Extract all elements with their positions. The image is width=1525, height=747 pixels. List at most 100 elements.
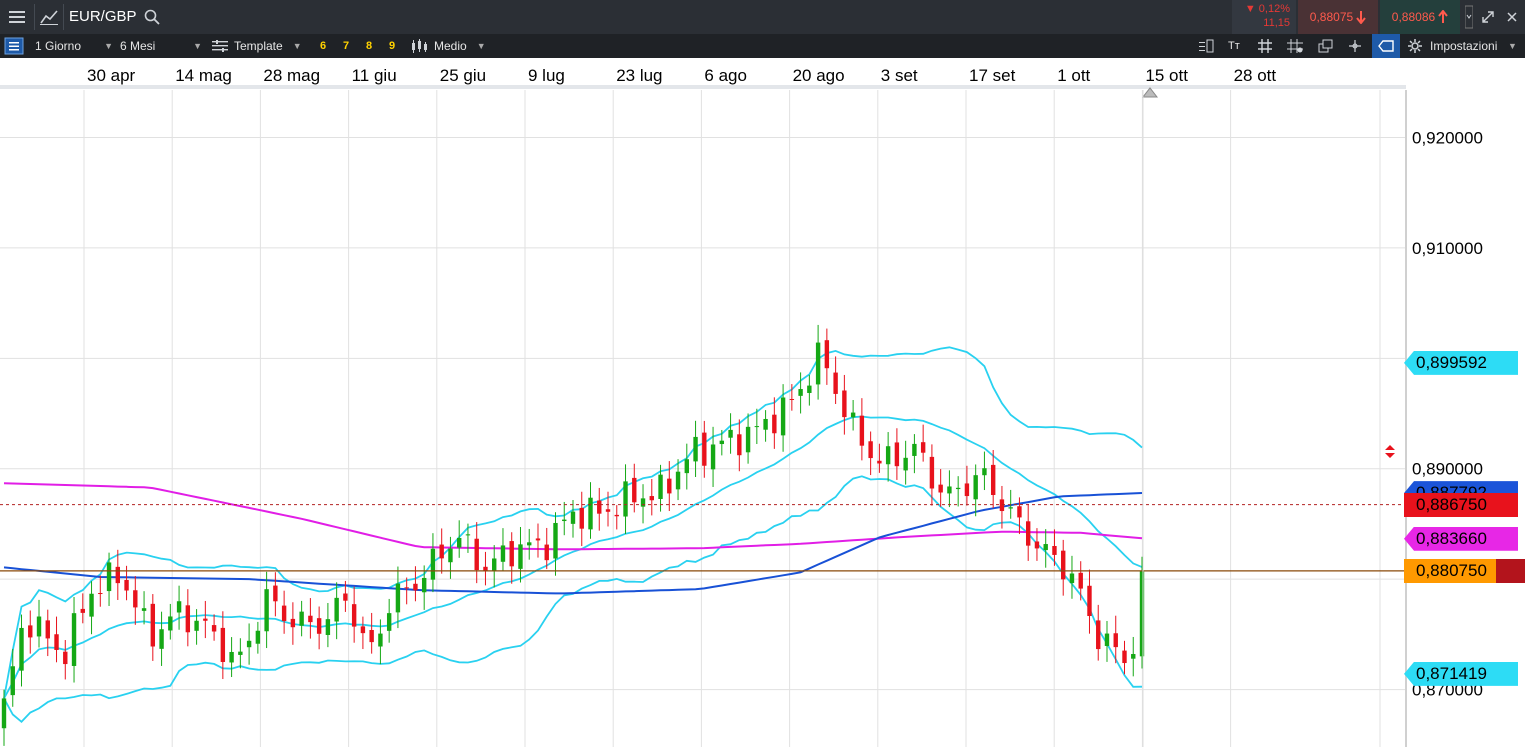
candle-body	[211, 625, 217, 632]
x-tick-label: 17 set	[969, 66, 1016, 85]
candle-body	[597, 500, 602, 514]
candle-body	[1096, 620, 1101, 650]
candle-body	[421, 577, 427, 593]
candle-body	[745, 426, 751, 453]
x-tick-label: 28 ott	[1234, 66, 1277, 85]
candle-body	[912, 443, 917, 456]
candle-body	[308, 615, 313, 623]
candle-body	[80, 608, 85, 613]
candle-body	[229, 651, 234, 663]
x-tick-label: 6 ago	[704, 66, 747, 85]
candle-body	[728, 429, 733, 438]
x-tick-label: 14 mag	[175, 66, 232, 85]
candle-body	[815, 342, 821, 385]
candle-body	[1139, 570, 1145, 657]
candle-body	[1034, 541, 1040, 549]
x-tick-label: 30 apr	[87, 66, 136, 85]
candle-body	[71, 613, 77, 666]
x-tick-label: 23 lug	[616, 66, 662, 85]
time-marker-icon	[1141, 87, 1159, 98]
candle-body	[527, 542, 532, 546]
candle-body	[281, 605, 287, 622]
candle-body	[675, 471, 681, 490]
candle-body	[1104, 633, 1110, 646]
candle-body	[448, 548, 453, 563]
candle-body	[640, 498, 646, 507]
candle-body	[290, 618, 296, 628]
candle-body	[1122, 650, 1127, 664]
candle-body	[386, 613, 392, 631]
candle-body	[133, 590, 138, 608]
candle-body	[1061, 550, 1066, 580]
candle-body	[982, 468, 987, 476]
candle-body	[63, 651, 68, 665]
candle-body	[1008, 507, 1013, 509]
price-label: 0,899592	[1404, 350, 1518, 375]
candle-body	[483, 566, 488, 571]
candle-body	[824, 340, 830, 369]
candle-body	[395, 583, 401, 613]
candle-body	[772, 414, 777, 434]
candle-body	[439, 544, 444, 559]
candle-body	[168, 616, 173, 631]
candle-body	[89, 593, 94, 617]
candle-body	[54, 634, 59, 650]
candle-body	[1052, 546, 1057, 555]
candle-body	[19, 627, 24, 671]
candle-body	[238, 651, 243, 655]
y-tick-label: 0,890000	[1412, 460, 1483, 479]
alert-arrows-icon	[1385, 445, 1395, 458]
candle-body	[1043, 544, 1048, 551]
candle-body	[316, 618, 322, 634]
candle-body	[1087, 585, 1092, 617]
price-label: 0,871419	[1404, 661, 1518, 686]
candle-body	[150, 603, 156, 647]
x-tick-label: 11 giu	[352, 66, 397, 85]
candle-body	[413, 583, 418, 591]
candle-body	[1026, 521, 1031, 546]
candle-body	[990, 464, 996, 495]
candle-body	[719, 440, 725, 445]
candle-body	[684, 459, 689, 474]
candle-body	[535, 538, 541, 541]
candle-body	[964, 483, 970, 497]
y-tick-label: 0,910000	[1412, 239, 1483, 258]
candle-body	[710, 444, 716, 470]
candle-body	[1131, 654, 1136, 659]
current-price-tab	[1496, 558, 1525, 583]
candle-body	[1017, 506, 1022, 518]
candle-body	[903, 457, 908, 471]
candle-body	[850, 412, 856, 418]
candle-body	[570, 511, 576, 524]
candle-body	[807, 385, 812, 393]
candle-body	[885, 446, 891, 465]
candle-body	[124, 580, 129, 591]
candle-body	[334, 597, 339, 622]
price-label: 0,883660	[1404, 526, 1518, 551]
candle-body	[351, 604, 357, 627]
candle-body	[430, 548, 436, 580]
price-chart[interactable]: 30 apr 14 mag 28 mag 11 giu 25 giu 9 lug 23 lu…	[0, 0, 1525, 747]
candle-body	[255, 630, 261, 644]
bollinger-middle	[3, 415, 1143, 699]
candle-body	[343, 593, 348, 601]
candle-body	[737, 434, 742, 456]
candle-body	[605, 509, 611, 512]
candle-body	[10, 666, 15, 696]
x-tick-label: 28 mag	[263, 66, 320, 85]
candle-body	[492, 558, 497, 571]
candle-body	[938, 484, 943, 493]
x-tick-label: 3 set	[881, 66, 918, 85]
candle-body	[457, 537, 462, 548]
candle-body	[859, 415, 865, 446]
x-tick-label: 20 ago	[793, 66, 845, 85]
candle-body	[667, 478, 672, 494]
candle-body	[842, 390, 847, 418]
candle-body	[141, 608, 147, 611]
y-tick-label: 0,920000	[1412, 128, 1483, 147]
candle-body	[553, 522, 558, 559]
candle-body	[833, 372, 838, 394]
x-tick-label: 25 giu	[440, 66, 486, 85]
candle-body	[579, 507, 584, 529]
candle-body	[203, 618, 208, 621]
